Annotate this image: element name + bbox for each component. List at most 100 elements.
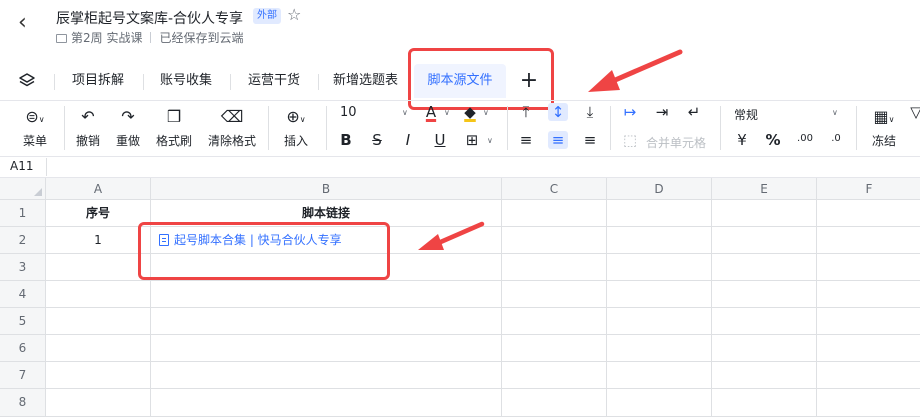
format-painter-button[interactable]: ❒ 格式刷 — [152, 108, 196, 149]
grid-cell[interactable] — [502, 254, 607, 281]
font-color-dropdown-icon[interactable]: ∨ — [444, 108, 450, 117]
grid-cell[interactable] — [817, 389, 920, 417]
grid-cell[interactable] — [712, 362, 817, 389]
align-center-icon[interactable]: ≡ — [548, 131, 568, 149]
grid-cell[interactable] — [817, 281, 920, 308]
grid-cell[interactable] — [712, 254, 817, 281]
grid-cell[interactable] — [607, 254, 712, 281]
grid-cell[interactable] — [817, 308, 920, 335]
grid-cell[interactable] — [712, 335, 817, 362]
grid-cell[interactable] — [607, 281, 712, 308]
cell-a2[interactable]: 1 — [46, 227, 151, 254]
grid-cell[interactable] — [712, 389, 817, 417]
row-header[interactable]: 5 — [0, 308, 46, 335]
percent-icon[interactable]: % — [763, 131, 783, 149]
grid-cell[interactable] — [46, 254, 151, 281]
grid-cell[interactable] — [712, 308, 817, 335]
cell-reference[interactable]: A11 — [10, 159, 33, 173]
border-dropdown-icon[interactable]: ∨ — [487, 136, 493, 145]
grid-cell[interactable] — [151, 281, 502, 308]
tab-new-topics[interactable]: 新增选题表 — [323, 64, 408, 98]
tab-operations[interactable]: 运营干货 — [238, 64, 310, 98]
star-icon[interactable]: ☆ — [287, 5, 301, 24]
undo-button[interactable]: ↶ 撤销 — [72, 108, 104, 149]
increase-decimal-icon[interactable]: .0 — [826, 133, 846, 144]
merge-cells-label[interactable]: 合并单元格 — [646, 134, 706, 151]
grid-cell[interactable] — [712, 200, 817, 227]
row-header[interactable]: 2 — [0, 227, 46, 254]
grid-cell[interactable] — [151, 362, 502, 389]
column-header-e[interactable]: E — [712, 178, 817, 200]
fill-color-dropdown-icon[interactable]: ∨ — [483, 108, 489, 117]
grid-cell[interactable] — [151, 308, 502, 335]
column-header-a[interactable]: A — [46, 178, 151, 200]
doc-location[interactable]: 第2周 实战课 — [71, 31, 142, 45]
row-header[interactable]: 8 — [0, 389, 46, 417]
filter-icon[interactable]: ▽ — [906, 103, 920, 121]
border-icon[interactable]: ⊞ — [462, 131, 482, 149]
grid-cell[interactable] — [151, 335, 502, 362]
grid-cell[interactable] — [607, 227, 712, 254]
text-overflow-icon[interactable]: ↦ — [620, 103, 640, 121]
grid-cell[interactable] — [502, 227, 607, 254]
grid-cell[interactable] — [502, 389, 607, 417]
grid-cell[interactable] — [607, 389, 712, 417]
decrease-decimal-icon[interactable]: .00 — [795, 133, 815, 144]
grid-cell[interactable] — [607, 362, 712, 389]
grid-cell[interactable] — [712, 227, 817, 254]
align-right-icon[interactable]: ≡ — [580, 131, 600, 149]
grid-cell[interactable] — [502, 281, 607, 308]
italic-icon[interactable]: I — [398, 131, 418, 149]
grid-cell[interactable] — [46, 335, 151, 362]
number-format-select[interactable]: 常规 — [734, 106, 758, 123]
select-all-corner[interactable] — [0, 178, 46, 200]
grid-cell[interactable] — [817, 335, 920, 362]
currency-icon[interactable]: ¥ — [732, 131, 752, 149]
font-color-icon[interactable]: A — [421, 103, 441, 121]
grid-cell[interactable] — [817, 227, 920, 254]
column-header-f[interactable]: F — [817, 178, 920, 200]
cell-a1[interactable]: 序号 — [46, 200, 151, 227]
layers-icon[interactable] — [18, 72, 36, 90]
text-clip-icon[interactable]: ⇥ — [652, 103, 672, 121]
freeze-button[interactable]: ▦∨ 冻结 — [864, 108, 904, 149]
align-left-icon[interactable]: ≡ — [516, 131, 536, 149]
text-wrap-icon[interactable]: ↵ — [684, 103, 704, 121]
align-top-icon[interactable]: ⤒ — [516, 103, 536, 121]
grid-cell[interactable] — [46, 281, 151, 308]
column-header-c[interactable]: C — [502, 178, 607, 200]
column-header-b[interactable]: B — [151, 178, 502, 200]
grid-cell[interactable] — [502, 335, 607, 362]
insert-button[interactable]: ⊕∨ 插入 — [276, 108, 316, 149]
redo-button[interactable]: ↷ 重做 — [112, 108, 144, 149]
align-middle-icon[interactable]: ↕ — [548, 103, 568, 121]
grid-cell[interactable] — [607, 335, 712, 362]
column-header-d[interactable]: D — [607, 178, 712, 200]
clear-format-button[interactable]: ⌫ 清除格式 — [204, 108, 260, 149]
row-header[interactable]: 1 — [0, 200, 46, 227]
font-size-select[interactable]: 10 — [340, 105, 357, 120]
row-header[interactable]: 7 — [0, 362, 46, 389]
merge-cells-icon[interactable]: ⬚ — [620, 131, 640, 149]
menu-button[interactable]: ⊜∨ 菜单 — [14, 108, 56, 149]
grid-cell[interactable] — [712, 281, 817, 308]
grid-cell[interactable] — [817, 254, 920, 281]
document-title[interactable]: 辰掌柜起号文案库-合伙人专享 — [56, 8, 243, 28]
row-header[interactable]: 3 — [0, 254, 46, 281]
font-size-dropdown-icon[interactable]: ∨ — [402, 108, 408, 117]
grid-cell[interactable] — [607, 200, 712, 227]
grid-cell[interactable] — [46, 362, 151, 389]
grid-cell[interactable] — [46, 308, 151, 335]
fill-color-icon[interactable]: ◆ — [460, 103, 480, 121]
row-header[interactable]: 6 — [0, 335, 46, 362]
grid-cell[interactable] — [817, 200, 920, 227]
grid-cell[interactable] — [502, 308, 607, 335]
bold-icon[interactable]: B — [336, 131, 356, 149]
back-button[interactable]: ‹ — [18, 10, 27, 35]
grid-cell[interactable] — [607, 308, 712, 335]
tab-account-collection[interactable]: 账号收集 — [150, 64, 222, 98]
grid-cell[interactable] — [817, 362, 920, 389]
grid-cell[interactable] — [502, 362, 607, 389]
strikethrough-icon[interactable]: S — [367, 131, 387, 149]
tab-project-breakdown[interactable]: 项目拆解 — [62, 64, 134, 98]
